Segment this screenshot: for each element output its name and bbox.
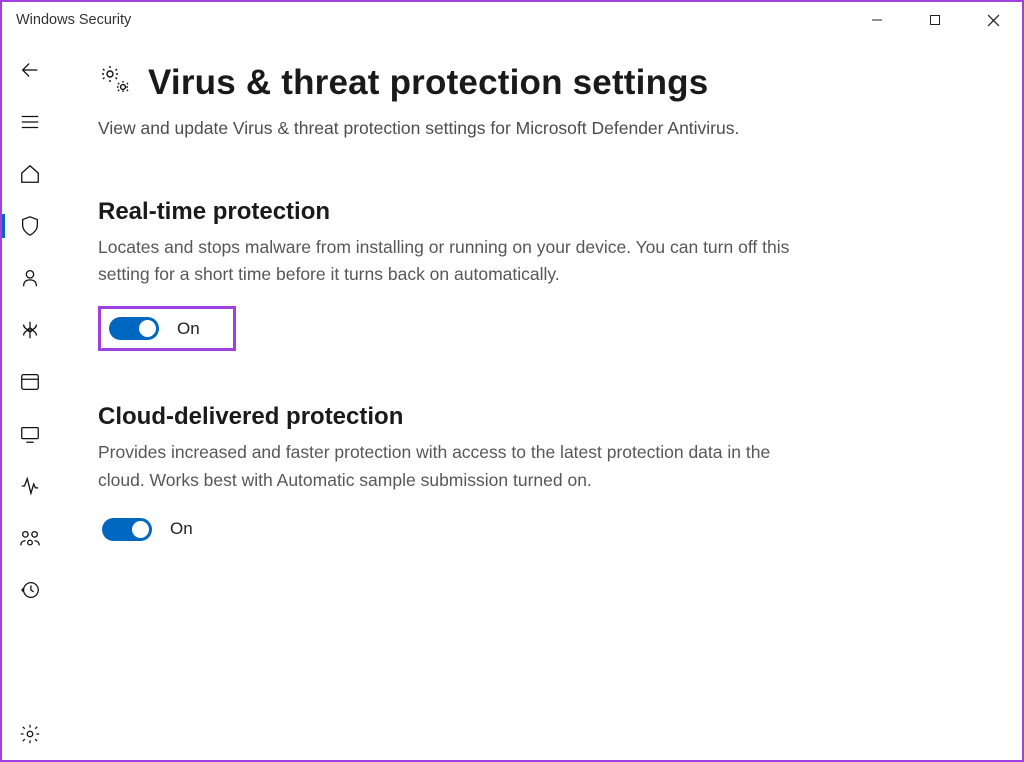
title-bar: Windows Security bbox=[2, 2, 1022, 38]
sidebar-item-settings[interactable] bbox=[2, 708, 58, 760]
page-description: View and update Virus & threat protectio… bbox=[98, 115, 798, 142]
cloud-delivered-protection-toggle[interactable] bbox=[102, 518, 152, 541]
section-description: Provides increased and faster protection… bbox=[98, 439, 798, 493]
section-title: Cloud-delivered protection bbox=[98, 403, 952, 431]
real-time-protection-toggle[interactable] bbox=[109, 317, 159, 340]
sidebar-item-family-options[interactable] bbox=[2, 512, 58, 564]
toggle-row-real-time: On bbox=[98, 306, 236, 351]
sidebar-item-protection-history[interactable] bbox=[2, 564, 58, 616]
maximize-button[interactable] bbox=[906, 2, 964, 38]
sidebar-item-home[interactable] bbox=[2, 148, 58, 200]
gears-icon bbox=[98, 62, 134, 103]
main-content: Virus & threat protection settings View … bbox=[58, 38, 1022, 760]
sidebar-item-firewall[interactable] bbox=[2, 304, 58, 356]
sidebar-item-device-performance[interactable] bbox=[2, 460, 58, 512]
window-controls bbox=[848, 2, 1022, 38]
toggle-label: On bbox=[170, 519, 193, 539]
toggle-row-cloud: On bbox=[98, 512, 952, 547]
section-cloud-delivered-protection: Cloud-delivered protection Provides incr… bbox=[98, 403, 952, 546]
page-title: Virus & threat protection settings bbox=[148, 63, 708, 103]
sidebar-item-account-protection[interactable] bbox=[2, 252, 58, 304]
section-real-time-protection: Real-time protection Locates and stops m… bbox=[98, 198, 952, 351]
minimize-button[interactable] bbox=[848, 2, 906, 38]
section-description: Locates and stops malware from installin… bbox=[98, 234, 798, 288]
back-button[interactable] bbox=[2, 44, 58, 96]
sidebar-item-virus-protection[interactable] bbox=[2, 200, 58, 252]
menu-button[interactable] bbox=[2, 96, 58, 148]
toggle-label: On bbox=[177, 319, 200, 339]
close-button[interactable] bbox=[964, 2, 1022, 38]
sidebar-item-app-browser[interactable] bbox=[2, 356, 58, 408]
sidebar-item-device-security[interactable] bbox=[2, 408, 58, 460]
sidebar bbox=[2, 38, 58, 760]
window-title: Windows Security bbox=[16, 12, 848, 28]
section-title: Real-time protection bbox=[98, 198, 952, 226]
